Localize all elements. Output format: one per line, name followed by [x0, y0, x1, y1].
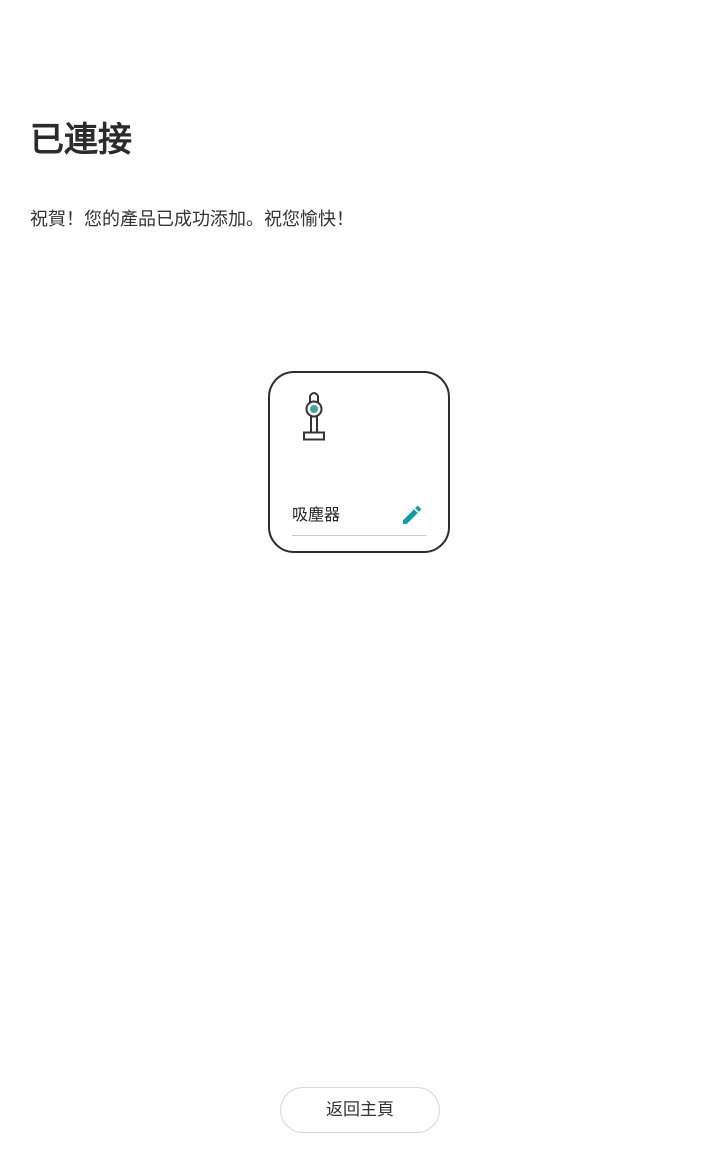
back-to-home-button[interactable]: 返回主頁: [280, 1087, 440, 1133]
page-title: 已連接: [30, 120, 132, 160]
edit-name-button[interactable]: [400, 503, 424, 527]
success-message: 祝賀！您的產品已成功添加。祝您愉快！: [30, 209, 354, 230]
pencil-icon: [403, 505, 422, 524]
device-card: 吸塵器: [268, 371, 450, 553]
vacuum-cleaner-icon: [300, 389, 328, 445]
device-name: 吸塵器: [292, 505, 341, 524]
device-name-field: 吸塵器: [292, 501, 426, 536]
